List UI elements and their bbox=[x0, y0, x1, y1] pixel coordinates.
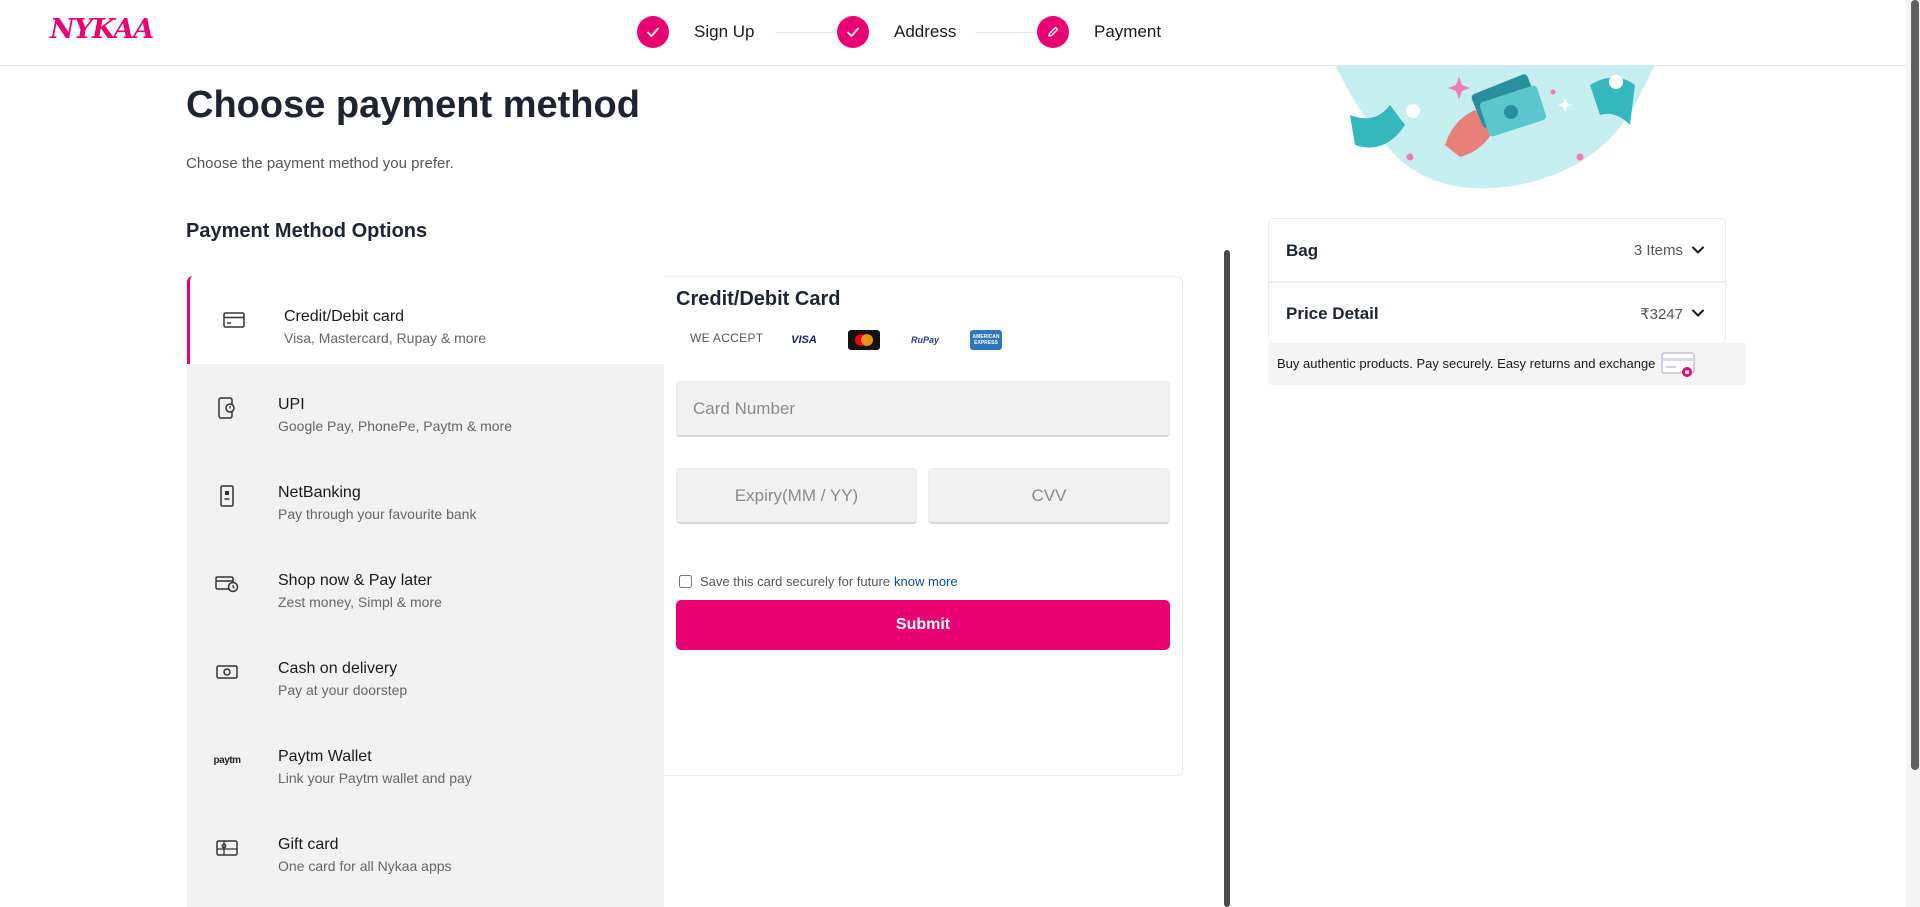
page-subtitle: Choose the payment method you prefer. bbox=[186, 155, 454, 172]
order-summary: Bag 3 Items Price Detail ₹3247 bbox=[1268, 218, 1726, 344]
step-label: Sign Up bbox=[694, 22, 755, 41]
price-detail-label: Price Detail bbox=[1286, 304, 1379, 323]
method-desc: Visa, Mastercard, Rupay & more bbox=[284, 330, 487, 346]
page-title: Choose payment method bbox=[186, 84, 640, 126]
chevron-down-icon bbox=[1692, 309, 1704, 317]
method-gift-card[interactable]: Gift card One card for all Nykaa apps bbox=[187, 804, 664, 892]
bag-label: Bag bbox=[1286, 241, 1319, 260]
method-title: Gift card bbox=[278, 836, 339, 853]
bank-icon bbox=[215, 484, 239, 508]
paytm-icon: paytm bbox=[213, 754, 241, 766]
method-pay-later[interactable]: Shop now & Pay later Zest money, Simpl &… bbox=[187, 540, 664, 628]
save-card-row: Save this card securely for future know … bbox=[679, 574, 958, 589]
method-title: Paytm Wallet bbox=[278, 748, 372, 765]
price-total: ₹3247 bbox=[1640, 306, 1683, 323]
secure-card-icon bbox=[1661, 352, 1695, 377]
check-icon bbox=[837, 16, 869, 48]
method-desc: One card for all Nykaa apps bbox=[278, 858, 452, 874]
step-label: Payment bbox=[1094, 22, 1162, 41]
trust-banner: Buy authentic products. Pay securely. Ea… bbox=[1268, 343, 1746, 385]
credit-card-icon bbox=[222, 308, 246, 332]
card-form-title: Credit/Debit Card bbox=[676, 288, 841, 310]
mastercard-logo bbox=[848, 330, 880, 350]
bag-row[interactable]: Bag 3 Items bbox=[1269, 219, 1725, 279]
method-title: Credit/Debit card bbox=[284, 308, 405, 325]
expiry-input[interactable] bbox=[676, 468, 917, 524]
method-desc: Google Pay, PhonePe, Paytm & more bbox=[278, 418, 512, 434]
method-desc: Pay through your favourite bank bbox=[278, 506, 477, 522]
section-title: Payment Method Options bbox=[186, 220, 428, 242]
card-form-panel: Credit/Debit Card WE ACCEPT VISA RuPay A… bbox=[664, 276, 1183, 776]
we-accept-label: WE ACCEPT bbox=[690, 331, 764, 345]
method-netbanking[interactable]: NetBanking Pay through your favourite ba… bbox=[187, 452, 664, 540]
cvv-input[interactable] bbox=[928, 468, 1170, 524]
method-desc: Pay at your doorstep bbox=[278, 682, 408, 698]
method-desc: Zest money, Simpl & more bbox=[278, 594, 442, 610]
method-cash-on-delivery[interactable]: Cash on delivery Pay at your doorstep bbox=[187, 628, 664, 716]
visa-logo: VISA bbox=[791, 334, 817, 346]
price-detail-row[interactable]: Price Detail ₹3247 bbox=[1269, 282, 1725, 342]
step-connector bbox=[975, 32, 1035, 33]
step-payment: Payment bbox=[1037, 16, 1161, 48]
step-sign-up: Sign Up bbox=[637, 16, 754, 48]
method-desc: Link your Paytm wallet and pay bbox=[278, 770, 472, 786]
page-scrollbar-thumb[interactable] bbox=[1911, 0, 1919, 770]
trust-text: Buy authentic products. Pay securely. Ea… bbox=[1277, 356, 1656, 371]
submit-button[interactable]: Submit bbox=[676, 600, 1170, 650]
cash-icon bbox=[215, 660, 239, 684]
step-label: Address bbox=[894, 22, 957, 41]
method-title: Cash on delivery bbox=[278, 660, 398, 677]
step-connector bbox=[775, 32, 835, 33]
content-scrollbar[interactable] bbox=[1224, 250, 1230, 907]
step-address: Address bbox=[837, 16, 956, 48]
chevron-down-icon bbox=[1692, 246, 1704, 254]
method-credit-debit-card[interactable]: Credit/Debit card Visa, Mastercard, Rupa… bbox=[187, 276, 664, 364]
bag-count: 3 Items bbox=[1633, 242, 1683, 259]
method-upi[interactable]: UPI Google Pay, PhonePe, Paytm & more bbox=[187, 364, 664, 452]
check-icon bbox=[637, 16, 669, 48]
upi-icon bbox=[215, 396, 239, 420]
payment-illustration bbox=[1335, 65, 1655, 189]
amex-logo: AMERICAN EXPRESS bbox=[970, 330, 1002, 350]
top-header: NYKAA Sign Up Address Payment bbox=[0, 0, 1920, 66]
method-title: UPI bbox=[278, 396, 305, 413]
pay-later-icon bbox=[215, 572, 239, 596]
save-card-text: Save this card securely for future bbox=[700, 574, 891, 589]
know-more-link[interactable]: know more bbox=[894, 574, 958, 589]
rupay-logo: RuPay bbox=[910, 335, 939, 345]
save-card-checkbox[interactable] bbox=[679, 575, 692, 588]
payment-method-list: Credit/Debit card Visa, Mastercard, Rupa… bbox=[187, 276, 664, 907]
card-number-input[interactable] bbox=[676, 381, 1170, 437]
method-title: Shop now & Pay later bbox=[278, 572, 432, 589]
method-title: NetBanking bbox=[278, 484, 361, 501]
nykaa-logo[interactable]: NYKAA bbox=[50, 14, 154, 45]
gift-card-icon bbox=[215, 836, 239, 860]
method-paytm-wallet[interactable]: paytm Paytm Wallet Link your Paytm walle… bbox=[187, 716, 664, 804]
pencil-icon bbox=[1037, 16, 1069, 48]
